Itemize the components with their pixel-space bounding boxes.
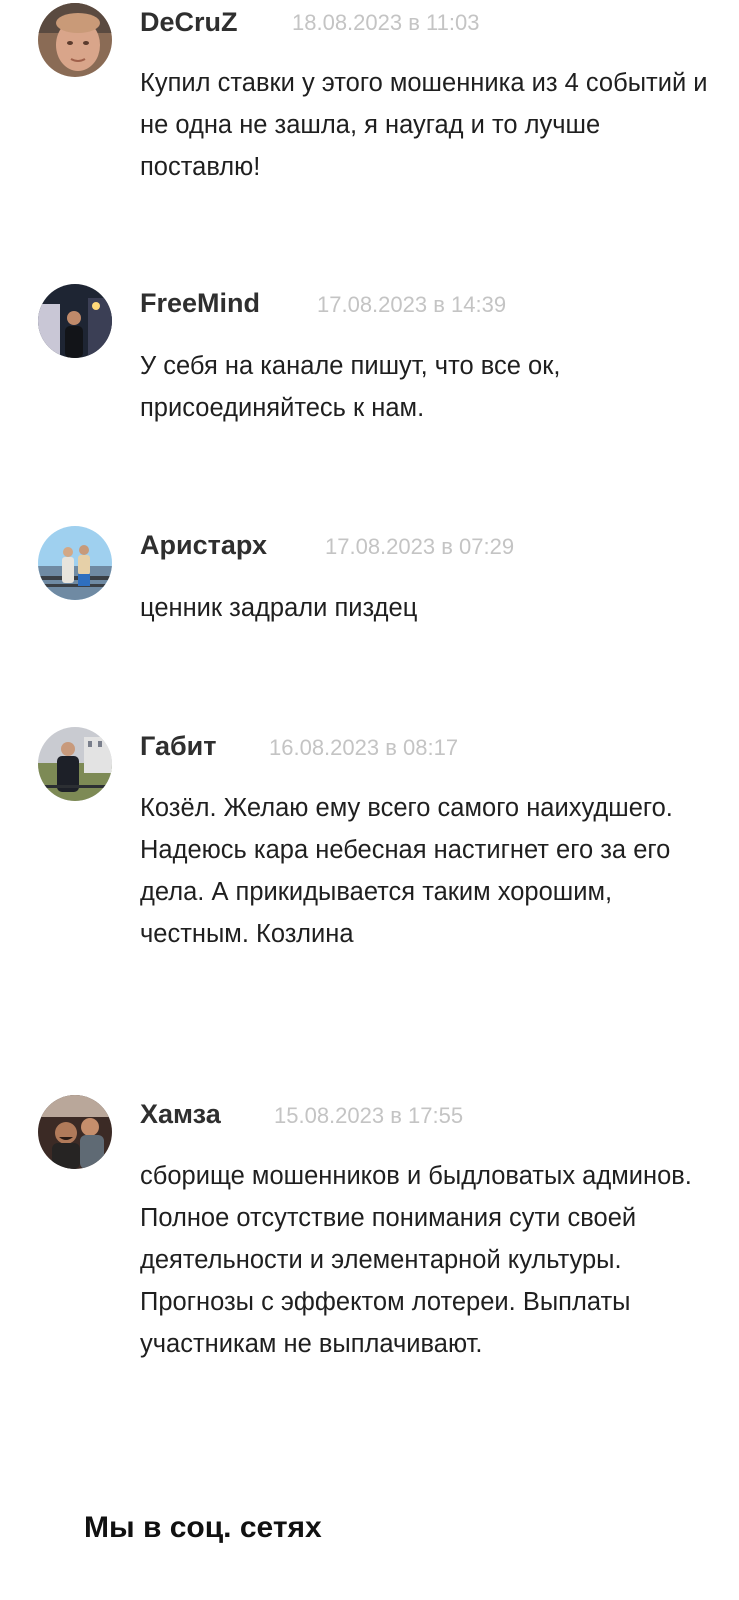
comment-author: FreeMind	[140, 288, 261, 318]
comment-text: Купил ставки у этого мошенника из 4 собы…	[140, 69, 708, 181]
comment-author: Хамза	[140, 1099, 221, 1129]
comment-date: 17.08.2023 в 07:29	[325, 534, 515, 559]
comment-author: Аристарх	[140, 530, 267, 560]
comment-text: сборище мошенников и быдловатых админов.…	[140, 1162, 692, 1358]
social-section-title: Мы в соц. сетях	[84, 1511, 322, 1544]
comment-text: Козёл. Желаю ему всего самого наихудшего…	[140, 794, 673, 948]
comment-text: ценник задрали пиздец	[140, 594, 418, 622]
avatar[interactable]	[38, 727, 112, 801]
comment-author: DeCruZ	[140, 7, 238, 37]
comment-text: У себя на канале пишут, что все ок, прис…	[140, 352, 561, 422]
avatar[interactable]	[38, 3, 112, 77]
avatar[interactable]	[38, 1095, 112, 1169]
avatar[interactable]	[38, 526, 112, 600]
comment-date: 16.08.2023 в 08:17	[269, 735, 459, 760]
comment-date: 18.08.2023 в 11:03	[292, 10, 480, 35]
comment-author: Габит	[140, 731, 217, 761]
avatar[interactable]	[38, 284, 112, 358]
comment-date: 15.08.2023 в 17:55	[274, 1103, 464, 1128]
comment-date: 17.08.2023 в 14:39	[317, 292, 507, 317]
